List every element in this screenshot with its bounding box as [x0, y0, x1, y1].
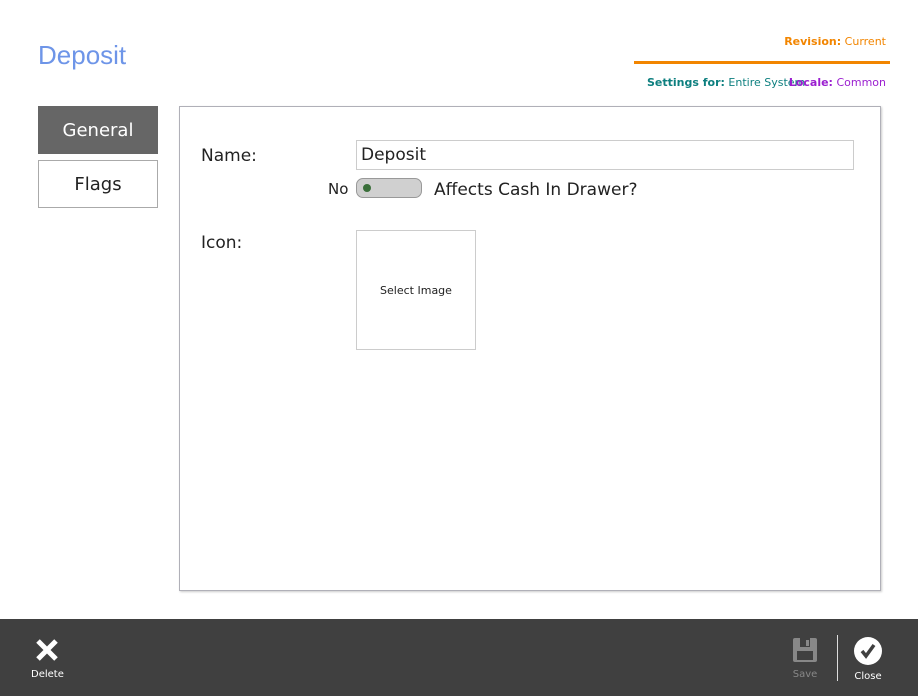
tab-general[interactable]: General — [38, 106, 158, 154]
name-label: Name: — [201, 146, 257, 166]
save-label: Save — [792, 669, 818, 680]
close-label: Close — [854, 671, 882, 682]
locale-info: Locale: Common — [789, 76, 886, 89]
page-title: Deposit — [38, 40, 127, 70]
toggle-state: No — [328, 180, 349, 198]
icon-label: Icon: — [201, 233, 243, 253]
footer-toolbar: Delete Save Close — [0, 619, 918, 696]
form-panel — [179, 106, 881, 591]
revision-info: Revision: Current — [784, 35, 886, 48]
footer-separator — [837, 635, 838, 681]
locale-label: Locale: — [788, 76, 833, 89]
toggle-label: Affects Cash In Drawer? — [434, 180, 638, 200]
select-image-button[interactable]: Select Image — [356, 230, 476, 350]
locale-value: Common — [836, 76, 886, 89]
delete-label: Delete — [31, 669, 64, 680]
tab-flags[interactable]: Flags — [38, 160, 158, 208]
select-image-label: Select Image — [380, 283, 452, 297]
affects-cash-toggle[interactable] — [356, 178, 422, 198]
toggle-knob — [363, 184, 371, 192]
check-circle-icon — [854, 637, 882, 665]
header-divider — [634, 61, 890, 64]
name-input[interactable]: Deposit — [356, 140, 854, 170]
settings-label: Settings for: — [647, 76, 725, 89]
delete-button[interactable]: Delete — [31, 637, 64, 680]
x-icon — [36, 639, 59, 661]
revision-value: Current — [844, 35, 886, 48]
settings-info: Settings for: Entire System — [647, 76, 805, 89]
save-icon — [793, 638, 817, 662]
revision-label: Revision: — [784, 35, 842, 48]
close-button[interactable]: Close — [854, 637, 882, 682]
save-button[interactable]: Save — [792, 637, 818, 680]
